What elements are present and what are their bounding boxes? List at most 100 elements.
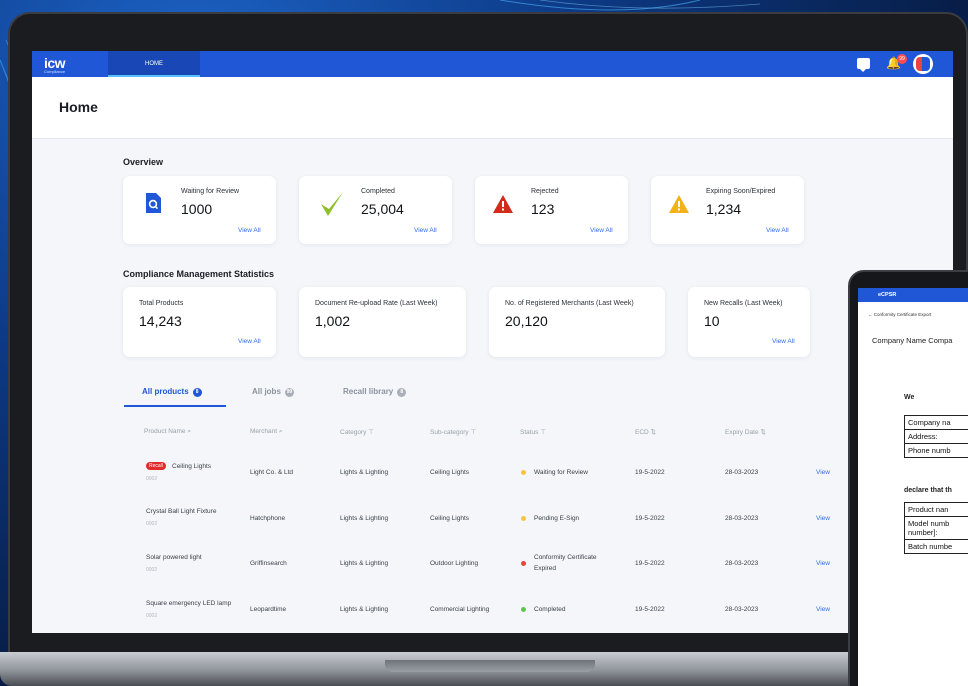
merchant-cell: Griffinsearch xyxy=(250,560,287,567)
recall-badge: Recall xyxy=(146,462,166,470)
view-all-link[interactable]: View All xyxy=(590,227,613,234)
table-row: Batch numbe xyxy=(908,542,953,551)
stats-card-value: 10 xyxy=(704,313,720,329)
search-icon[interactable]: ⌕ xyxy=(187,428,191,435)
view-all-link[interactable]: View All xyxy=(238,227,261,234)
tab-label: All jobs xyxy=(252,387,281,396)
tab-recall-library[interactable]: Recall library 8 xyxy=(343,387,407,397)
page-title: Home xyxy=(59,99,98,115)
stats-card-value: 20,120 xyxy=(505,313,548,329)
overview-card-label: Expiring Soon/Expired xyxy=(706,188,776,195)
page-header: Home xyxy=(32,77,953,139)
status-cell: Pending E-Sign xyxy=(534,515,580,522)
category-cell: Lights & Lighting xyxy=(340,515,389,522)
column-header-label: Merchant xyxy=(250,428,278,435)
column-header-product-name[interactable]: Product Name ⌕ xyxy=(144,428,191,436)
expiry-cell: 28-03-2023 xyxy=(725,469,759,476)
filter-icon[interactable]: ⊤ xyxy=(540,429,546,436)
stats-card-label: Total Products xyxy=(139,300,184,307)
status-dot xyxy=(521,561,526,566)
column-header-label: Category xyxy=(340,429,367,436)
merchant-cell: Leopardtime xyxy=(250,606,287,613)
column-header-ecd[interactable]: ECD ⇅ xyxy=(635,428,656,436)
overview-card-value: 123 xyxy=(531,201,555,217)
status-cell: Completed xyxy=(534,606,566,613)
expiry-cell: 28-03-2023 xyxy=(725,560,759,567)
overview-title: Overview xyxy=(123,157,164,167)
column-header-label: Product Name xyxy=(144,428,186,435)
table-row: Model numb xyxy=(908,519,950,528)
column-header-merchant[interactable]: Merchant ⌕ xyxy=(250,428,283,436)
view-link[interactable]: View xyxy=(816,469,830,476)
subcategory-cell: Ceiling Lights xyxy=(430,515,470,522)
app-header: icw Compliance HOME 🔔 99 xyxy=(32,51,953,77)
sort-icon[interactable]: ⇅ xyxy=(760,429,765,436)
notification-badge: 99 xyxy=(897,54,907,64)
view-all-link[interactable]: View All xyxy=(766,227,789,234)
overview-card-label: Completed xyxy=(361,188,395,195)
sort-icon[interactable]: ⇅ xyxy=(651,429,656,436)
tab-all-products[interactable]: All products 8 xyxy=(142,387,202,397)
status-dot xyxy=(521,607,526,612)
view-all-link[interactable]: View All xyxy=(238,338,261,345)
table-row: Company na xyxy=(905,416,968,430)
status-dot xyxy=(521,516,526,521)
overview-card-value: 1,234 xyxy=(706,201,742,217)
status-cell: Waiting for Review xyxy=(534,469,588,476)
company-name-text: Company Name Compa xyxy=(872,336,953,345)
overview-card-waiting: Waiting for Review 1000 View All xyxy=(123,176,276,244)
column-header-category[interactable]: Category ⊤ xyxy=(340,428,374,436)
product-tabs: All products 8 All jobs 99 Recall library 8 xyxy=(124,381,824,409)
column-header-expiry-date[interactable]: Expiry Date ⇅ xyxy=(725,428,766,436)
phone-app-logo[interactable]: eCPSR xyxy=(878,292,896,298)
nav-tab-home[interactable]: HOME xyxy=(108,51,200,77)
declaration-we: We xyxy=(904,394,915,401)
table-row: Phone numb xyxy=(908,446,951,455)
stats-card-label: Document Re-upload Rate (Last Week) xyxy=(315,300,438,307)
search-icon[interactable]: ⌕ xyxy=(279,428,283,435)
active-tab-indicator xyxy=(124,405,226,407)
app-logo-subtitle: Compliance xyxy=(44,69,66,74)
product-name: Crystal Ball Light Fixture xyxy=(146,508,217,515)
tab-all-jobs[interactable]: All jobs 99 xyxy=(252,387,294,397)
warning-triangle-icon xyxy=(669,195,689,213)
view-link[interactable]: View xyxy=(816,560,830,567)
category-cell: Lights & Lighting xyxy=(340,606,389,613)
back-arrow-icon[interactable]: ← xyxy=(868,312,873,317)
merchant-cell: Light Co. & Ltd xyxy=(250,469,293,476)
ecd-cell: 19-5-2022 xyxy=(635,469,665,476)
view-link[interactable]: View xyxy=(816,606,830,613)
overview-card-label: Rejected xyxy=(531,188,559,195)
view-all-link[interactable]: View All xyxy=(772,338,795,345)
view-link[interactable]: View xyxy=(816,515,830,522)
column-header-label: Status xyxy=(520,429,539,436)
ecd-cell: 19-5-2022 xyxy=(635,560,665,567)
table-row: number]: xyxy=(905,528,968,540)
stats-card-total-products: Total Products 14,243 View All xyxy=(123,287,276,357)
column-header-subcategory[interactable]: Sub-category ⊤ xyxy=(430,428,476,436)
merchant-cell: Hatchphone xyxy=(250,515,286,522)
filter-icon[interactable]: ⊤ xyxy=(470,429,476,436)
tab-label: All products xyxy=(142,387,189,396)
product-details-table: Product nan Model numb number]: Batch nu… xyxy=(904,502,968,554)
stats-card-value: 14,243 xyxy=(139,313,182,329)
subcategory-cell: Commercial Lighting xyxy=(430,606,490,613)
overview-card-value: 25,004 xyxy=(361,201,404,217)
product-id: 0002 xyxy=(146,613,158,619)
stats-card-registered-merchants: No. of Registered Merchants (Last Week) … xyxy=(489,287,665,357)
ecd-cell: 19-5-2022 xyxy=(635,515,665,522)
status-dot xyxy=(521,470,526,475)
column-header-label: ECD xyxy=(635,429,649,436)
phone-screen: eCPSR ← Conformity Certificate Export Co… xyxy=(858,288,968,686)
column-header-status[interactable]: Status ⊤ xyxy=(520,428,546,436)
view-all-link[interactable]: View All xyxy=(414,227,437,234)
stats-card-new-recalls: New Recalls (Last Week) 10 View All xyxy=(688,287,810,357)
stats-card-value: 1,002 xyxy=(315,313,351,329)
breadcrumb[interactable]: ← Conformity Certificate Export xyxy=(868,312,931,317)
avatar[interactable] xyxy=(913,54,933,74)
chat-icon[interactable] xyxy=(857,58,870,72)
column-header-label: Sub-category xyxy=(430,429,469,436)
filter-icon[interactable]: ⊤ xyxy=(368,429,374,436)
company-details-table: Company na Address: Phone numb xyxy=(904,415,968,458)
stats-title: Compliance Management Statistics xyxy=(123,269,275,279)
